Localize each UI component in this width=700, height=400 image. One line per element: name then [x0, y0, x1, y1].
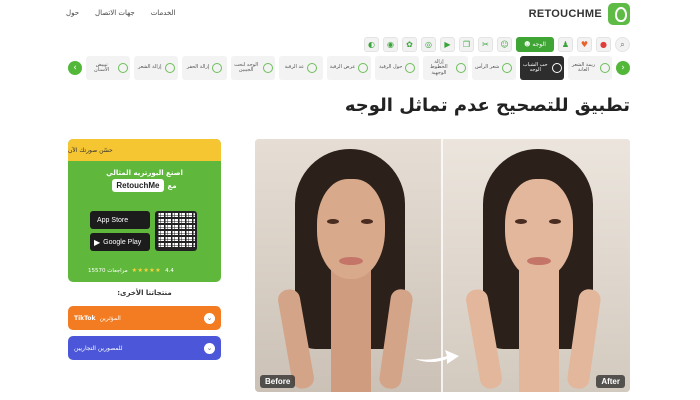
category-item[interactable]: ريمة الشعر العانة [567, 56, 613, 80]
tone-icon[interactable]: ◐ [364, 37, 379, 52]
eye-icon[interactable]: ◎ [421, 37, 436, 52]
face-icon[interactable]: ☺ [497, 37, 512, 52]
video-icon[interactable]: ▶ [440, 37, 455, 52]
feature-toolbar: ◐ ◉ ✿ ◎ ▶ ❐ ✂ ☺ ☻ الوجه ♟ ♥ ● ⌕ [364, 37, 630, 52]
app-rating: 15570 مراجعات ★★★★★ 4.4 [88, 267, 174, 274]
tiktok-subtitle: المؤثرين [99, 314, 121, 322]
category-item[interactable]: شعر الرأس [471, 56, 516, 80]
rating-value: 4.4 [165, 267, 174, 274]
promo-brand-chip: RetouchMe [112, 179, 164, 192]
after-label: After [596, 375, 625, 388]
nav-about-link[interactable]: حول [66, 9, 79, 17]
category-item[interactable]: تبييض الأسنان [86, 56, 131, 80]
retouchme-logo-icon [608, 3, 630, 25]
play-icon: ▶ [94, 237, 101, 247]
category-icon [551, 63, 562, 73]
category-item[interactable]: عرض الرقبة [326, 56, 372, 80]
reviews-count: 15570 مراجعات [88, 267, 128, 274]
google-play-button[interactable]: ▶ Google Play [90, 233, 150, 251]
qr-code [155, 211, 197, 251]
category-item[interactable]: إزالة الحفر [182, 56, 227, 80]
chevron-down-icon: ⌄ [204, 342, 215, 354]
category-item[interactable]: حول الرقبة [375, 56, 420, 80]
category-item[interactable]: إزالة الشعر [134, 56, 179, 80]
brand-name: RETOUCHME [528, 8, 602, 20]
category-icon [262, 63, 273, 73]
category-icon [405, 63, 416, 73]
tiktok-name: TikTok [74, 314, 96, 322]
scroll-right-arrow-icon[interactable]: › [616, 61, 631, 75]
before-after-comparison[interactable]: Before After [255, 139, 630, 392]
palette-icon[interactable]: ✿ [402, 37, 417, 52]
category-icon [358, 63, 369, 73]
face-category-label: الوجه [532, 40, 546, 48]
category-icon [307, 63, 318, 73]
category-item[interactable]: الوجه لنحت الجيبين [230, 56, 275, 80]
app-store-button[interactable]: App Store [90, 211, 150, 229]
other-products-title: منتجاتنا الأخرى: [117, 289, 172, 297]
site-header: حول جهات الاتصال الخدمات RETOUCHME [0, 0, 700, 30]
category-icon [455, 63, 466, 73]
chevron-down-icon: ⌄ [204, 312, 215, 324]
category-icon [164, 63, 175, 73]
category-icon [118, 63, 129, 73]
camera-icon[interactable]: ◉ [383, 37, 398, 52]
category-item[interactable]: عد الرقبة [278, 56, 323, 80]
promo-headline: اصنع البورتريه المثالي [106, 169, 183, 177]
face-category-icon: ☻ [524, 40, 531, 48]
store-buttons: App Store ▶ Google Play [90, 211, 150, 251]
category-icon [600, 63, 611, 73]
download-promo-card: حسّن صورتك الآن اصنع البورتريه المثالي م… [68, 139, 221, 282]
promo-banner: حسّن صورتك الآن [68, 139, 221, 161]
face-category-button[interactable]: ☻ الوجه [516, 37, 554, 52]
tiktok-influencers-button[interactable]: TikTok المؤثرين ⌄ [68, 306, 221, 330]
brand-logo-link[interactable]: RETOUCHME [529, 3, 630, 25]
scroll-left-arrow-icon[interactable]: ‹ [68, 61, 82, 75]
category-icon [212, 63, 223, 73]
user-icon[interactable]: ♟ [558, 37, 573, 52]
biz-subtitle: للمصورين التجاريين [74, 344, 123, 352]
search-icon[interactable]: ⌕ [615, 37, 630, 52]
category-icon [502, 63, 513, 73]
page-title: تطبيق للتصحيح عدم تماثل الوجه [344, 95, 630, 116]
category-strip: ‹ تبييض الأسنان إزالة الشعر إزالة الحفر … [68, 56, 631, 80]
arrow-right-icon [415, 350, 459, 364]
coin-icon[interactable]: ● [596, 37, 611, 52]
before-label: Before [260, 375, 296, 388]
commercial-photographers-button[interactable]: للمصورين التجاريين ⌄ [68, 336, 221, 360]
nav-contacts-link[interactable]: جهات الاتصال [95, 9, 135, 17]
after-image [442, 139, 630, 392]
category-item-active[interactable]: حب الشباب الوجه [519, 56, 564, 80]
brush-icon[interactable]: ✂ [478, 37, 493, 52]
top-nav: حول جهات الاتصال الخدمات [66, 9, 175, 17]
nav-services-link[interactable]: الخدمات [151, 9, 176, 17]
rating-stars-icon: ★★★★★ [131, 267, 162, 274]
heart-icon[interactable]: ♥ [577, 37, 592, 52]
category-item[interactable]: إزالة الخطوط الوجهية [423, 56, 468, 80]
layers-icon[interactable]: ❐ [459, 37, 474, 52]
promo-subline: مع RetouchMe [68, 179, 221, 192]
